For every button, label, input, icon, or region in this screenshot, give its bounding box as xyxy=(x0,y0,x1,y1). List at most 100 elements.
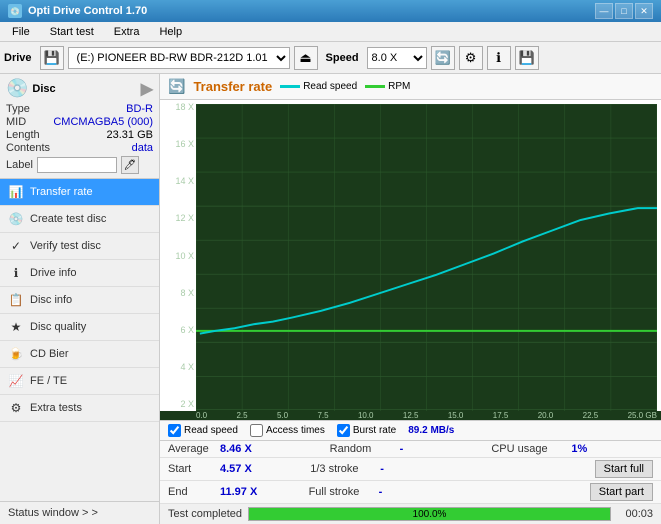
disc-panel-icon: 💿 xyxy=(6,78,28,99)
drive-label: Drive xyxy=(4,52,32,64)
create-test-disc-icon: 💿 xyxy=(8,211,24,227)
refresh-button[interactable]: 🔄 xyxy=(431,46,455,70)
status-window-button[interactable]: Status window > > xyxy=(0,501,159,524)
app-icon: 💿 xyxy=(8,4,22,18)
menu-file[interactable]: File xyxy=(4,24,38,40)
read-speed-checkbox-label: Read speed xyxy=(184,425,238,436)
eject-button[interactable]: ⏏ xyxy=(294,46,318,70)
elapsed-time: 00:03 xyxy=(617,508,653,520)
access-times-checkbox[interactable] xyxy=(250,424,263,437)
speed-label: Speed xyxy=(326,52,359,64)
menu-help[interactable]: Help xyxy=(151,24,190,40)
stats-row-average: Average 8.46 X Random - CPU usage 1% xyxy=(160,441,661,458)
legend-rpm-label: RPM xyxy=(388,81,410,92)
read-speed-checkbox[interactable] xyxy=(168,424,181,437)
chart-title: Transfer rate xyxy=(193,79,272,94)
disc-expand-icon[interactable]: ▶ xyxy=(141,79,153,99)
burst-rate-checkbox[interactable] xyxy=(337,424,350,437)
disc-info-icon: 📋 xyxy=(8,292,24,308)
menu-extra[interactable]: Extra xyxy=(106,24,148,40)
nav-fe-te-label: FE / TE xyxy=(30,375,67,387)
stats-row-end: End 11.97 X Full stroke - Start part xyxy=(160,481,661,504)
menu-bar: File Start test Extra Help xyxy=(0,22,661,42)
nav-extra-tests-label: Extra tests xyxy=(30,402,82,414)
nav-drive-info[interactable]: ℹ Drive info xyxy=(0,260,159,287)
length-label: Length xyxy=(6,129,40,141)
chart-header: 🔄 Transfer rate Read speed RPM xyxy=(160,74,661,100)
nav-cd-bier-label: CD Bier xyxy=(30,348,69,360)
one-third-val: - xyxy=(380,463,400,475)
nav-transfer-rate[interactable]: 📊 Transfer rate xyxy=(0,179,159,206)
length-value: 23.31 GB xyxy=(107,129,153,141)
start-full-button[interactable]: Start full xyxy=(595,460,653,478)
progress-percent: 100.0% xyxy=(249,508,610,520)
settings-button[interactable]: ⚙ xyxy=(459,46,483,70)
start-key: Start xyxy=(168,463,220,475)
progress-bar: 100.0% xyxy=(248,507,611,521)
contents-label: Contents xyxy=(6,142,50,154)
mid-value: CMCMAGBA5 (000) xyxy=(53,116,153,128)
close-button[interactable]: ✕ xyxy=(635,3,653,19)
info-button[interactable]: ℹ xyxy=(487,46,511,70)
status-window-label: Status window > > xyxy=(8,507,98,519)
drive-info-icon: ℹ xyxy=(8,265,24,281)
legend-read-color xyxy=(280,85,300,88)
one-third-key: 1/3 stroke xyxy=(310,463,380,475)
drive-icon-btn[interactable]: 💾 xyxy=(40,46,64,70)
progress-row: Test completed 100.0% 00:03 xyxy=(160,504,661,524)
nav-transfer-rate-label: Transfer rate xyxy=(30,186,93,198)
average-val: 8.46 X xyxy=(220,443,268,455)
full-stroke-key: Full stroke xyxy=(309,486,379,498)
nav-extra-tests[interactable]: ⚙ Extra tests xyxy=(0,395,159,422)
nav-fe-te[interactable]: 📈 FE / TE xyxy=(0,368,159,395)
content-area: 🔄 Transfer rate Read speed RPM xyxy=(160,74,661,524)
nav-verify-test-disc-label: Verify test disc xyxy=(30,240,101,252)
menu-start-test[interactable]: Start test xyxy=(42,24,102,40)
main-layout: 💿 Disc ▶ Type BD-R MID CMCMAGBA5 (000) L… xyxy=(0,74,661,524)
label-input[interactable] xyxy=(37,157,117,173)
type-label: Type xyxy=(6,103,30,115)
start-part-button[interactable]: Start part xyxy=(590,483,653,501)
nav-verify-test-disc[interactable]: ✓ Verify test disc xyxy=(0,233,159,260)
chart-controls: Read speed Access times Burst rate 89.2 … xyxy=(160,420,661,440)
extra-tests-icon: ⚙ xyxy=(8,400,24,416)
mid-label: MID xyxy=(6,116,26,128)
legend-rpm-color xyxy=(365,85,385,88)
nav-disc-info-label: Disc info xyxy=(30,294,72,306)
nav-disc-quality[interactable]: ★ Disc quality xyxy=(0,314,159,341)
disc-panel: 💿 Disc ▶ Type BD-R MID CMCMAGBA5 (000) L… xyxy=(0,74,159,179)
nav-disc-quality-label: Disc quality xyxy=(30,321,86,333)
type-value: BD-R xyxy=(126,103,153,115)
transfer-rate-icon: 📊 xyxy=(8,184,24,200)
nav-create-test-disc[interactable]: 💿 Create test disc xyxy=(0,206,159,233)
nav-disc-info[interactable]: 📋 Disc info xyxy=(0,287,159,314)
burst-rate-value: 89.2 MB/s xyxy=(408,425,454,436)
maximize-button[interactable]: □ xyxy=(615,3,633,19)
speed-select[interactable]: 8.0 X xyxy=(367,47,427,69)
cd-bier-icon: 🍺 xyxy=(8,346,24,362)
start-val: 4.57 X xyxy=(220,463,268,475)
minimize-button[interactable]: — xyxy=(595,3,613,19)
fe-te-icon: 📈 xyxy=(8,373,24,389)
disc-quality-icon: ★ xyxy=(8,319,24,335)
save-button[interactable]: 💾 xyxy=(515,46,539,70)
status-text: Test completed xyxy=(168,508,242,520)
burst-rate-checkbox-label: Burst rate xyxy=(353,425,396,436)
random-val: - xyxy=(400,443,420,455)
label-label: Label xyxy=(6,159,33,171)
access-times-checkbox-label: Access times xyxy=(266,425,325,436)
y-axis-labels: 18 X 16 X 14 X 12 X 10 X 8 X 6 X 4 X 2 X xyxy=(160,100,194,411)
full-stroke-val: - xyxy=(379,486,399,498)
label-icon-button[interactable]: 🖊 xyxy=(121,156,139,174)
drive-select[interactable]: (E:) PIONEER BD-RW BDR-212D 1.01 xyxy=(68,47,290,69)
stats-area: Average 8.46 X Random - CPU usage 1% Sta… xyxy=(160,440,661,504)
nav-create-test-disc-label: Create test disc xyxy=(30,213,106,225)
contents-value: data xyxy=(132,142,153,154)
end-val: 11.97 X xyxy=(220,486,268,498)
random-key: Random xyxy=(330,443,400,455)
cpu-val: 1% xyxy=(571,443,611,455)
nav-cd-bier[interactable]: 🍺 CD Bier xyxy=(0,341,159,368)
title-bar: 💿 Opti Drive Control 1.70 — □ ✕ xyxy=(0,0,661,22)
verify-test-disc-icon: ✓ xyxy=(8,238,24,254)
sidebar: 💿 Disc ▶ Type BD-R MID CMCMAGBA5 (000) L… xyxy=(0,74,160,524)
